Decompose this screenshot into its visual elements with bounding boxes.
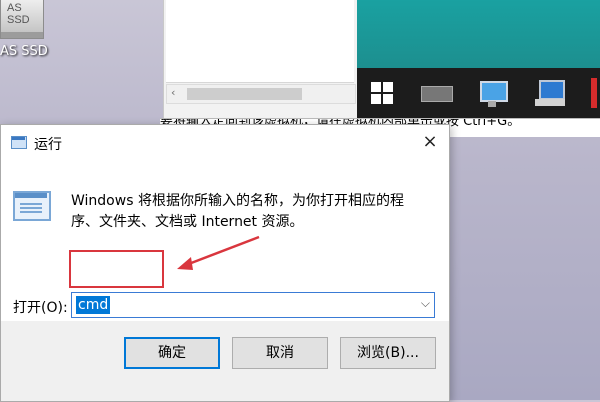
background-window-pane <box>166 0 354 83</box>
chevron-down-icon[interactable]: ⌵ <box>421 296 430 311</box>
open-input-value[interactable]: cmd <box>76 296 111 314</box>
browse-button[interactable]: 浏览(B)... <box>340 337 436 369</box>
desktop-icon-as-ssd[interactable]: AS SSD AS SSD <box>0 0 70 80</box>
cancel-button[interactable]: 取消 <box>232 337 328 369</box>
horizontal-scrollbar[interactable]: ‹ <box>166 84 356 104</box>
vm-screen[interactable] <box>357 0 600 118</box>
run-program-icon <box>13 191 53 223</box>
monitor-icon[interactable] <box>477 78 508 108</box>
background-window: ‹ <box>163 0 359 119</box>
windows-start-icon[interactable] <box>371 78 401 108</box>
annotation-highlight-box <box>69 250 164 288</box>
close-button[interactable]: × <box>415 127 445 157</box>
scroll-left-icon[interactable]: ‹ <box>171 86 175 99</box>
dialog-title: 运行 <box>34 137 62 153</box>
open-combobox[interactable]: cmd ⌵ <box>71 292 435 318</box>
vm-desktop <box>357 0 600 68</box>
dialog-titlebar[interactable]: 运行 × <box>1 125 449 161</box>
run-dialog: 运行 × Windows 将根据你所输入的名称，为你打开相应的程序、文件夹、文档… <box>0 124 450 402</box>
scrollbar-thumb[interactable] <box>187 88 302 100</box>
ok-button[interactable]: 确定 <box>124 337 220 369</box>
open-label: 打开(O): <box>13 300 68 316</box>
desktop-icon-label: AS SSD <box>0 44 48 59</box>
dialog-description: Windows 将根据你所输入的名称，为你打开相应的程序、文件夹、文档或 Int… <box>71 193 404 230</box>
run-title-icon <box>11 136 27 149</box>
dialog-content: Windows 将根据你所输入的名称，为你打开相应的程序、文件夹、文档或 Int… <box>1 161 449 321</box>
drive-icon: AS SSD <box>0 0 44 39</box>
red-app-icon[interactable] <box>591 78 597 108</box>
vm-taskbar <box>357 68 600 118</box>
computer-icon[interactable] <box>535 78 565 108</box>
chip-icon[interactable] <box>421 86 453 102</box>
